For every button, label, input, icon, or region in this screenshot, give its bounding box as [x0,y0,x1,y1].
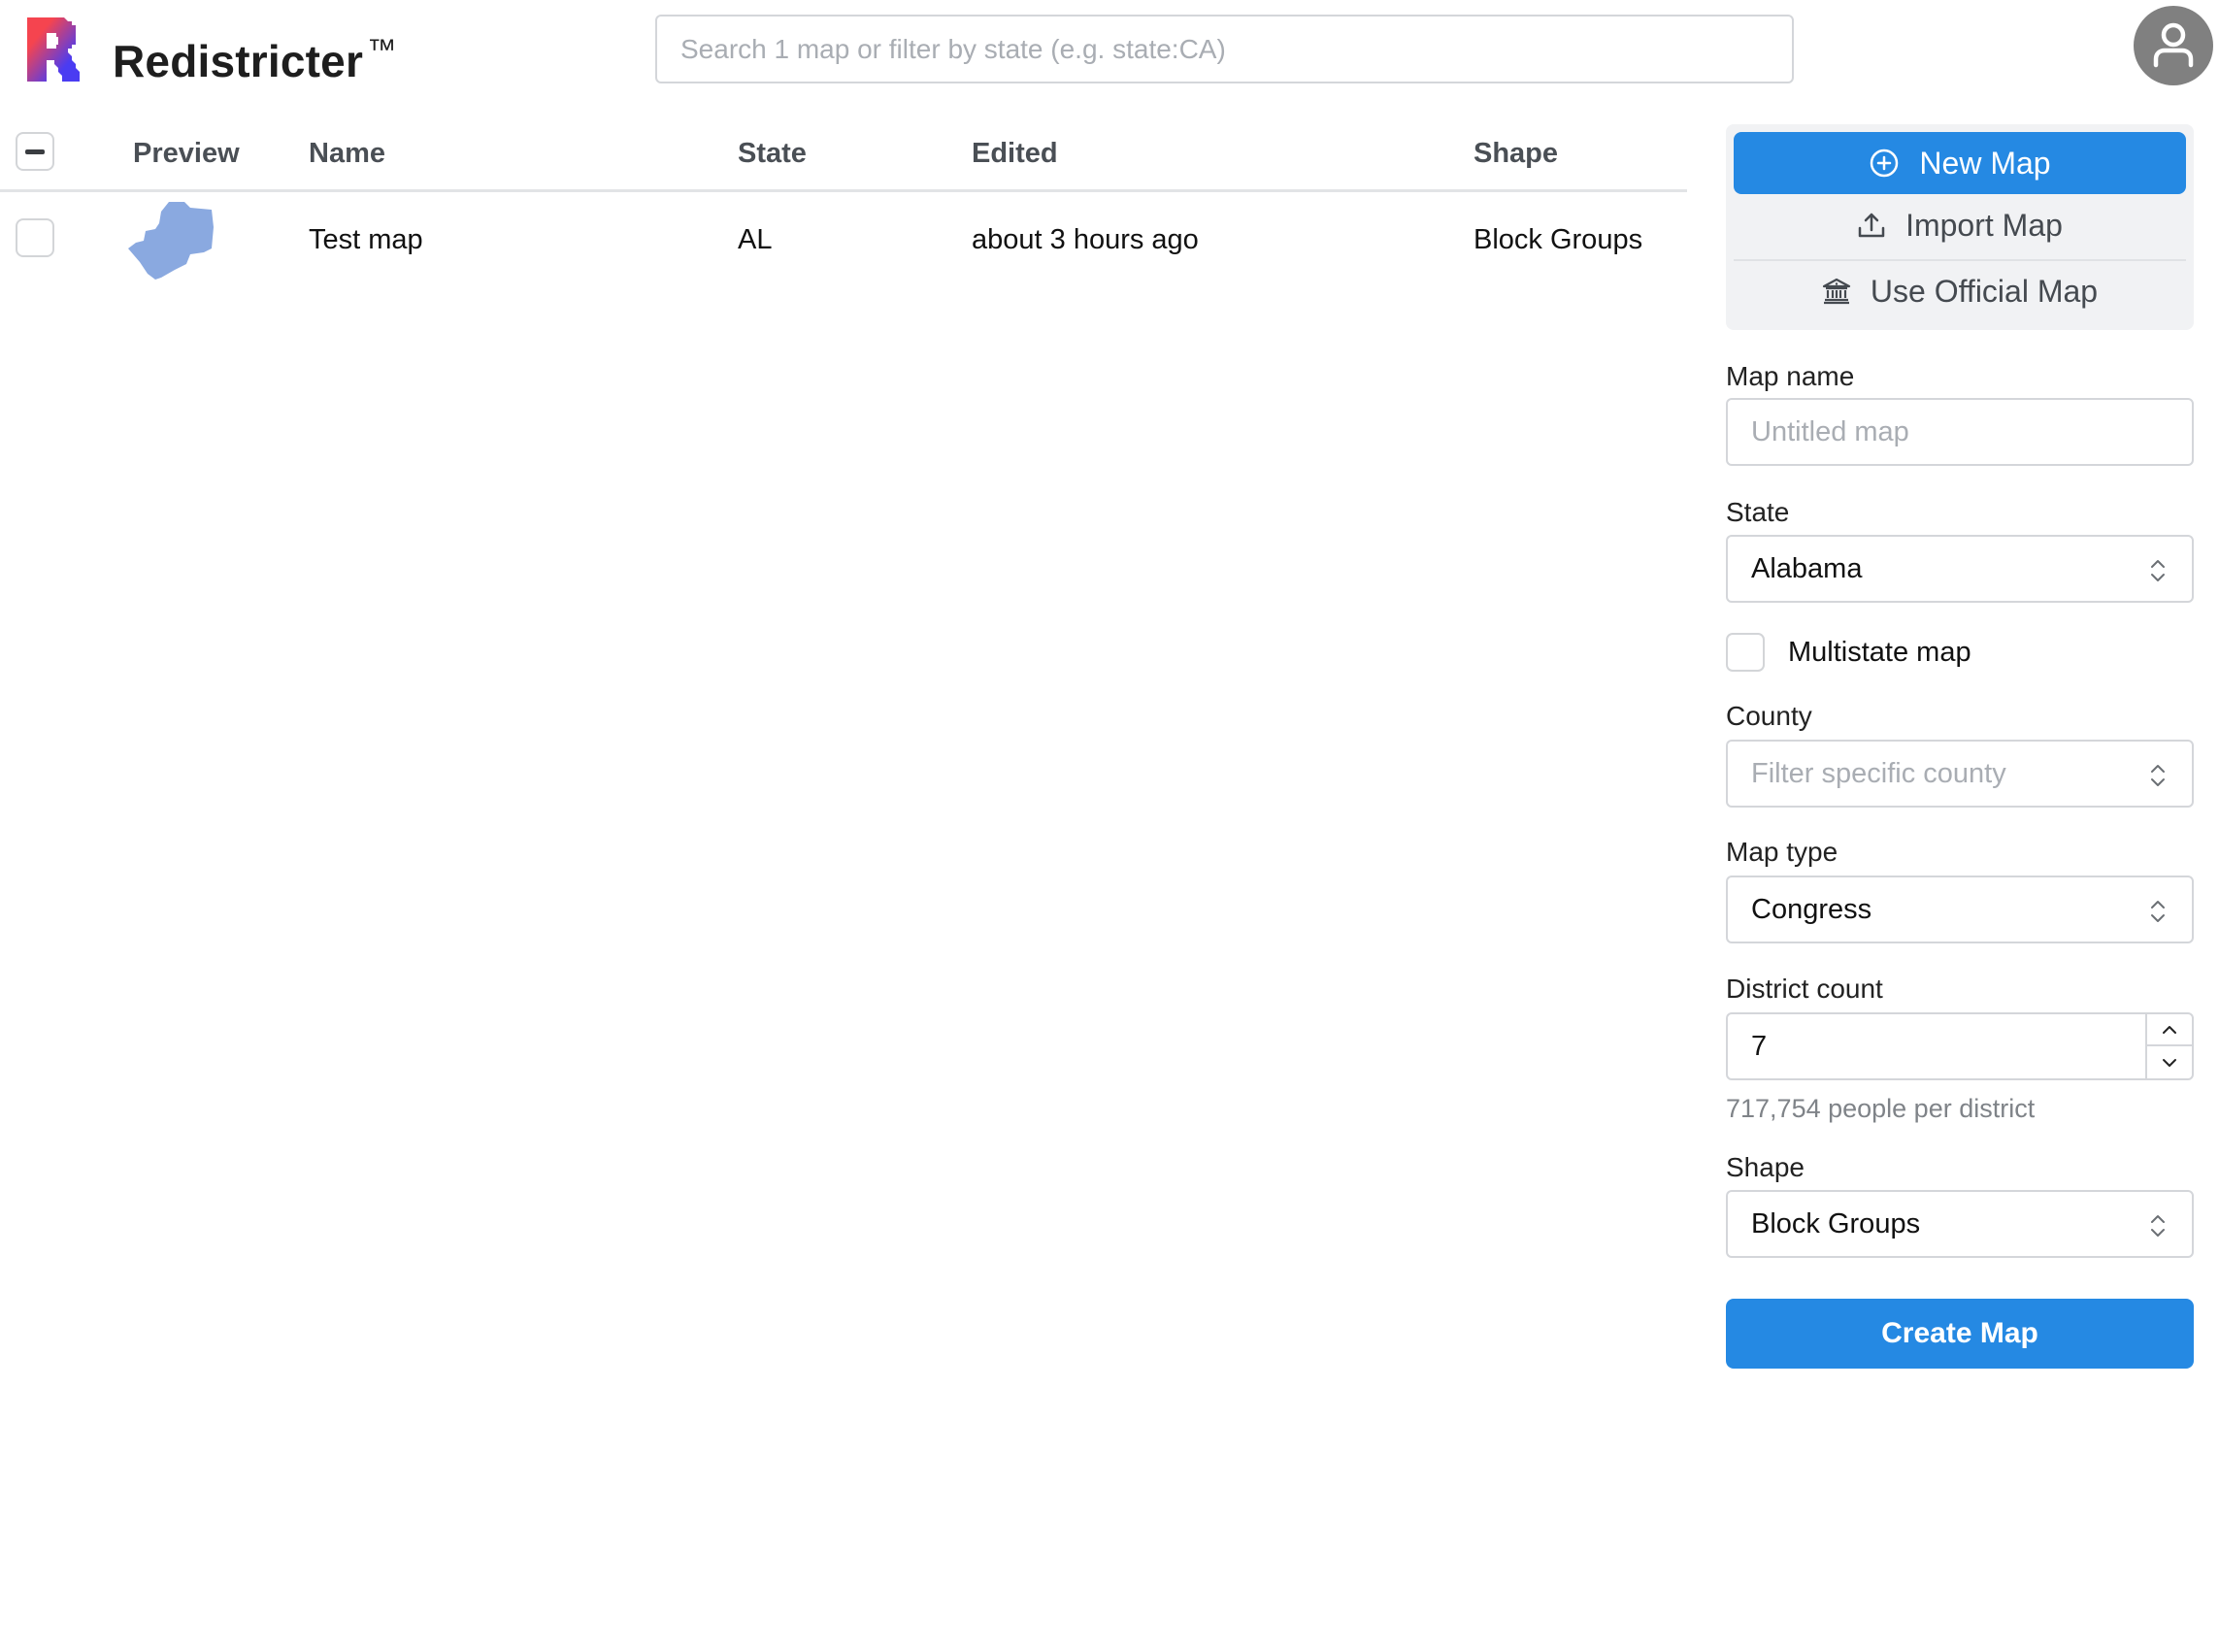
map-type-select-value: Congress [1751,893,1872,925]
select-all-checkbox[interactable] [16,132,54,171]
new-map-label: New Map [1919,145,2051,181]
app-title: Redistricter ™ [113,21,396,90]
user-icon [2153,22,2194,68]
map-preview-thumbnail[interactable] [126,200,219,281]
import-map-button[interactable]: Import Map [1734,194,2186,256]
map-name-input[interactable] [1751,415,2169,448]
district-count-label: District count [1726,974,1883,1004]
column-header-state[interactable]: State [738,134,807,173]
row-checkbox[interactable] [16,218,54,257]
column-header-edited[interactable]: Edited [972,134,1058,173]
user-avatar-button[interactable] [2134,6,2213,85]
state-select-value: Alabama [1751,552,1863,584]
county-label: County [1726,701,1812,731]
column-header-shape[interactable]: Shape [1474,134,1558,173]
create-map-button[interactable]: Create Map [1726,1299,2194,1369]
plus-circle-icon [1871,149,1899,178]
row-shape: Block Groups [1474,224,1643,255]
district-count-value[interactable]: 7 [1751,1031,1767,1063]
increment-button[interactable] [2147,1014,2192,1046]
table-header: Preview Name State Edited Shape [0,124,1687,192]
district-count-field[interactable]: 7 [1726,1012,2194,1080]
map-name-field[interactable] [1726,398,2194,466]
use-official-map-label: Use Official Map [1870,273,2099,309]
multistate-label[interactable]: Multistate map [1788,635,1971,670]
column-header-preview[interactable]: Preview [133,134,240,173]
shape-select-value: Block Groups [1751,1207,1921,1239]
county-select-placeholder: Filter specific county [1751,757,2006,789]
map-preview-shape [128,202,214,280]
chevron-down-icon [2163,1058,2176,1067]
row-edited: about 3 hours ago [972,224,1199,255]
search-input[interactable] [655,15,1794,83]
select-chevrons-icon [2151,1215,2165,1237]
import-map-label: Import Map [1905,207,2063,243]
select-chevrons-icon [2151,560,2165,581]
table-row[interactable]: Test map AL about 3 hours ago Block Grou… [0,192,1687,287]
use-official-map-button[interactable]: Use Official Map [1734,260,2186,322]
map-type-label: Map type [1726,837,1838,867]
state-select[interactable]: Alabama [1726,535,2194,603]
county-select[interactable]: Filter specific county [1726,740,2194,808]
trademark-symbol: ™ [367,34,397,66]
row-state: AL [738,224,773,255]
multistate-checkbox[interactable] [1726,633,1765,672]
shape-label: Shape [1726,1152,1805,1182]
decrement-button[interactable] [2147,1046,2192,1078]
column-header-name[interactable]: Name [309,134,385,173]
bank-building-icon [1822,278,1851,305]
state-label: State [1726,497,1790,527]
select-chevrons-icon [2151,765,2165,786]
new-map-button[interactable]: New Map [1734,132,2186,194]
app-title-text: Redistricter [113,36,364,86]
map-actions-panel: New Map Import Map Use Official Map [1726,124,2194,330]
people-per-district-hint: 717,754 people per district [1726,1094,2036,1123]
maps-table: Preview Name State Edited Shape Test map… [0,124,1687,287]
select-chevrons-icon [2151,901,2165,922]
district-count-stepper [2145,1014,2192,1078]
app-logo[interactable] [25,17,83,82]
row-name[interactable]: Test map [309,220,423,259]
map-name-label: Map name [1726,361,1855,391]
logo-r-icon [27,17,80,82]
map-type-select[interactable]: Congress [1726,876,2194,943]
chevron-up-icon [2163,1025,2176,1034]
shape-select[interactable]: Block Groups [1726,1190,2194,1258]
upload-icon [1858,213,1885,238]
